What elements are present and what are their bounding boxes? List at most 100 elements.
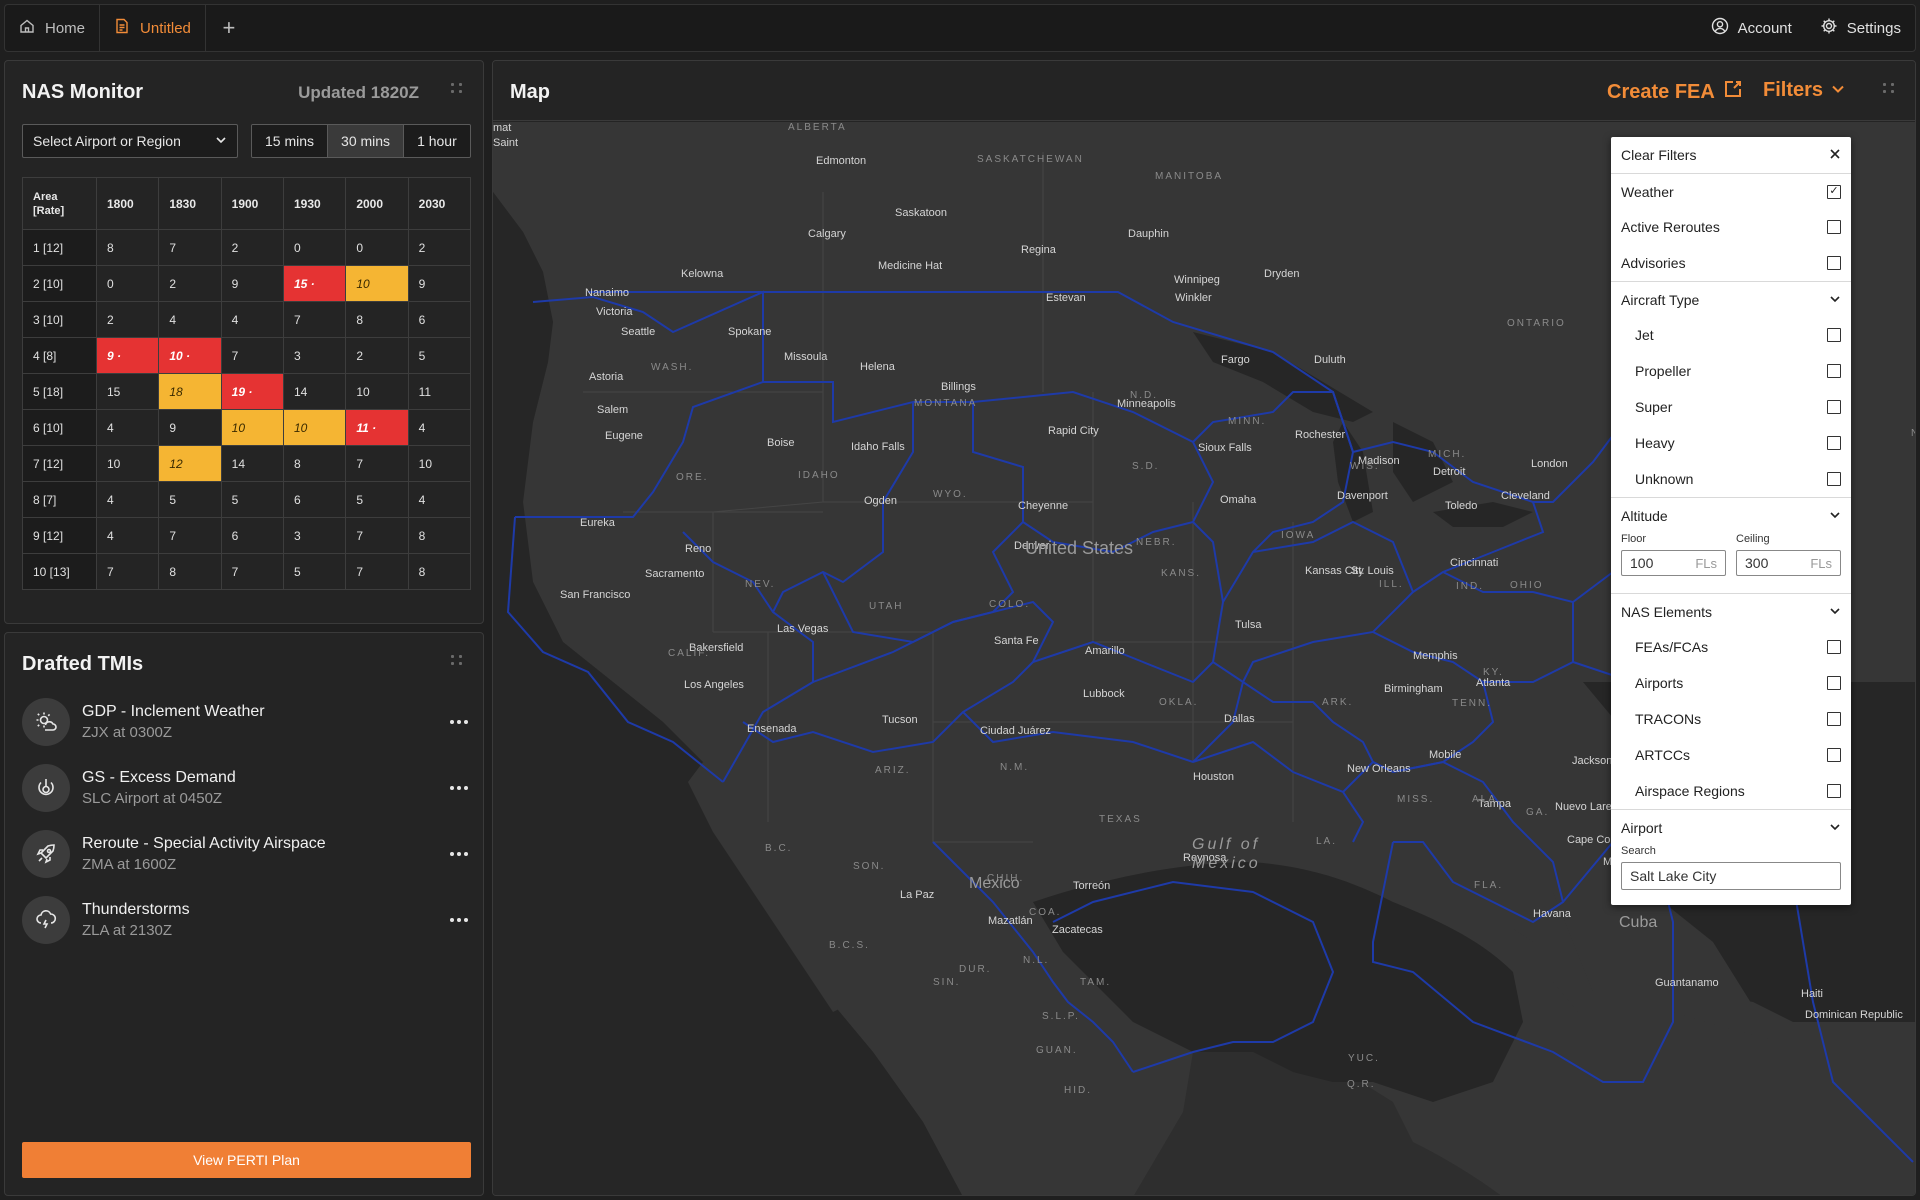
- advisories-checkbox[interactable]: [1827, 256, 1841, 270]
- nas-elements-section-header[interactable]: NAS Elements: [1611, 593, 1851, 629]
- map-city-label[interactable]: Guantanamo: [1655, 977, 1719, 989]
- aircraft-type-checkbox[interactable]: [1827, 436, 1841, 450]
- map-city-label[interactable]: Ciudad Juárez: [980, 725, 1051, 737]
- map-city-label[interactable]: Kelowna: [681, 268, 723, 280]
- filter-aircraft-type[interactable]: Jet: [1611, 317, 1851, 353]
- table-row[interactable]: 7 [12] 10 12 14 8 7 10: [22, 445, 472, 482]
- map-city-label[interactable]: Cheyenne: [1018, 500, 1068, 512]
- map-city-label[interactable]: Cincinnati: [1450, 557, 1498, 569]
- map-city-label[interactable]: Astoria: [589, 371, 623, 383]
- map-city-label[interactable]: Medicine Hat: [878, 260, 942, 272]
- map-city-label[interactable]: Mazatlán: [988, 915, 1033, 927]
- nas-element-checkbox[interactable]: [1827, 712, 1841, 726]
- map-city-label[interactable]: Saint: [493, 137, 518, 149]
- nas-element-checkbox[interactable]: [1827, 784, 1841, 798]
- filter-aircraft-type[interactable]: Propeller: [1611, 353, 1851, 389]
- map-city-label[interactable]: Rochester: [1295, 429, 1345, 441]
- map-city-label[interactable]: Santa Fe: [994, 635, 1039, 647]
- map-city-label[interactable]: Saskatoon: [895, 207, 947, 219]
- map-city-label[interactable]: Birmingham: [1384, 683, 1443, 695]
- map-city-label[interactable]: Regina: [1021, 244, 1056, 256]
- map-city-label[interactable]: Dallas: [1224, 713, 1255, 725]
- map-city-label[interactable]: Ensenada: [747, 723, 797, 735]
- map-city-label[interactable]: Sacramento: [645, 568, 704, 580]
- map-city-label[interactable]: Atlanta: [1476, 677, 1510, 689]
- map-city-label[interactable]: Detroit: [1433, 466, 1465, 478]
- map-city-label[interactable]: Eugene: [605, 430, 643, 442]
- airport-search-input[interactable]: Salt Lake City: [1621, 862, 1841, 890]
- range-option[interactable]: 15 mins: [252, 125, 329, 157]
- account-button[interactable]: Account: [1711, 17, 1792, 39]
- map-city-label[interactable]: Fargo: [1221, 354, 1250, 366]
- table-row[interactable]: 2 [10] 0 2 9 15 · 10 9: [22, 265, 472, 302]
- map-city-label[interactable]: Cleveland: [1501, 490, 1550, 502]
- map-city-label[interactable]: Missoula: [784, 351, 827, 363]
- map-city-label[interactable]: Tulsa: [1235, 619, 1262, 631]
- table-row[interactable]: 4 [8] 9 · 10 · 7 3 2 5: [22, 337, 472, 374]
- altitude-section-header[interactable]: Altitude: [1611, 497, 1851, 533]
- airport-region-select[interactable]: Select Airport or Region: [22, 124, 238, 158]
- map-city-label[interactable]: Haiti: [1801, 988, 1823, 1000]
- map-city-label[interactable]: Dominican Republic: [1805, 1009, 1903, 1021]
- table-row[interactable]: 5 [18] 15 18 19 · 14 10 11: [22, 373, 472, 410]
- map-city-label[interactable]: Idaho Falls: [851, 441, 905, 453]
- filter-nas-element[interactable]: TRACONs: [1611, 701, 1851, 737]
- drag-handle-icon[interactable]: [1883, 83, 1897, 97]
- filter-nas-element[interactable]: FEAs/FCAs: [1611, 629, 1851, 665]
- table-row[interactable]: 1 [12] 8 7 2 0 0 2: [22, 229, 472, 266]
- nas-element-checkbox[interactable]: [1827, 640, 1841, 654]
- aircraft-type-checkbox[interactable]: [1827, 364, 1841, 378]
- map-city-label[interactable]: Havana: [1533, 908, 1571, 920]
- drag-handle-icon[interactable]: [451, 83, 465, 97]
- map-city-label[interactable]: Tucson: [882, 714, 918, 726]
- map-city-label[interactable]: Dauphin: [1128, 228, 1169, 240]
- map-city-label[interactable]: Winnipeg: [1174, 274, 1220, 286]
- map-city-label[interactable]: Zacatecas: [1052, 924, 1103, 936]
- map-city-label[interactable]: mat: [493, 122, 511, 134]
- filters-button[interactable]: Filters: [1763, 79, 1845, 102]
- map-city-label[interactable]: Las Vegas: [777, 623, 828, 635]
- map-city-label[interactable]: Sioux Falls: [1198, 442, 1252, 454]
- map-city-label[interactable]: Spokane: [728, 326, 771, 338]
- table-row[interactable]: 9 [12] 4 7 6 3 7 8: [22, 517, 472, 554]
- nas-element-checkbox[interactable]: [1827, 676, 1841, 690]
- floor-input[interactable]: 100 FLs: [1621, 550, 1726, 576]
- map-city-label[interactable]: Memphis: [1413, 650, 1458, 662]
- more-options-icon[interactable]: [450, 918, 468, 922]
- map-city-label[interactable]: Davenport: [1337, 490, 1388, 502]
- tab-home[interactable]: Home: [5, 5, 101, 51]
- tmi-item[interactable]: GDP - Inclement Weather ZJX at 0300Z: [22, 698, 472, 746]
- map-city-label[interactable]: Ogden: [864, 495, 897, 507]
- tmi-item[interactable]: Reroute - Special Activity Airspace ZMA a…: [22, 830, 472, 878]
- aircraft-type-checkbox[interactable]: [1827, 328, 1841, 342]
- view-perti-plan-button[interactable]: View PERTI Plan: [22, 1142, 471, 1178]
- filter-aircraft-type[interactable]: Unknown: [1611, 461, 1851, 497]
- aircraft-type-section-header[interactable]: Aircraft Type: [1611, 281, 1851, 317]
- ceiling-input[interactable]: 300 FLs: [1736, 550, 1841, 576]
- map-city-label[interactable]: Edmonton: [816, 155, 866, 167]
- map-city-label[interactable]: Nanaimo: [585, 287, 629, 299]
- map-city-label[interactable]: Los Angeles: [684, 679, 744, 691]
- map-city-label[interactable]: Seattle: [621, 326, 655, 338]
- create-fea-button[interactable]: Create FEA: [1607, 79, 1743, 105]
- tmi-item[interactable]: Thunderstorms ZLA at 2130Z: [22, 896, 472, 944]
- map-city-label[interactable]: Winkler: [1175, 292, 1212, 304]
- filter-aircraft-type[interactable]: Super: [1611, 389, 1851, 425]
- add-tab-button[interactable]: +: [206, 5, 252, 51]
- map-city-label[interactable]: Duluth: [1314, 354, 1346, 366]
- map-city-label[interactable]: Rapid City: [1048, 425, 1099, 437]
- filter-aircraft-type[interactable]: Heavy: [1611, 425, 1851, 461]
- aircraft-type-checkbox[interactable]: [1827, 400, 1841, 414]
- airport-section-header[interactable]: Airport: [1611, 809, 1851, 845]
- map-city-label[interactable]: Lubbock: [1083, 688, 1125, 700]
- filter-active-reroutes[interactable]: Active Reroutes: [1611, 209, 1851, 245]
- map-city-label[interactable]: Mobile: [1429, 749, 1461, 761]
- tmi-item[interactable]: GS - Excess Demand SLC Airport at 0450Z: [22, 764, 472, 812]
- range-option[interactable]: 1 hour: [404, 125, 470, 157]
- filter-nas-element[interactable]: Airports: [1611, 665, 1851, 701]
- filter-nas-element[interactable]: ARTCCs: [1611, 737, 1851, 773]
- weather-checkbox[interactable]: ✓: [1827, 184, 1841, 199]
- clear-filters-row[interactable]: Clear Filters: [1611, 137, 1851, 173]
- map-city-label[interactable]: Reno: [685, 543, 711, 555]
- filter-weather[interactable]: Weather ✓: [1611, 173, 1851, 209]
